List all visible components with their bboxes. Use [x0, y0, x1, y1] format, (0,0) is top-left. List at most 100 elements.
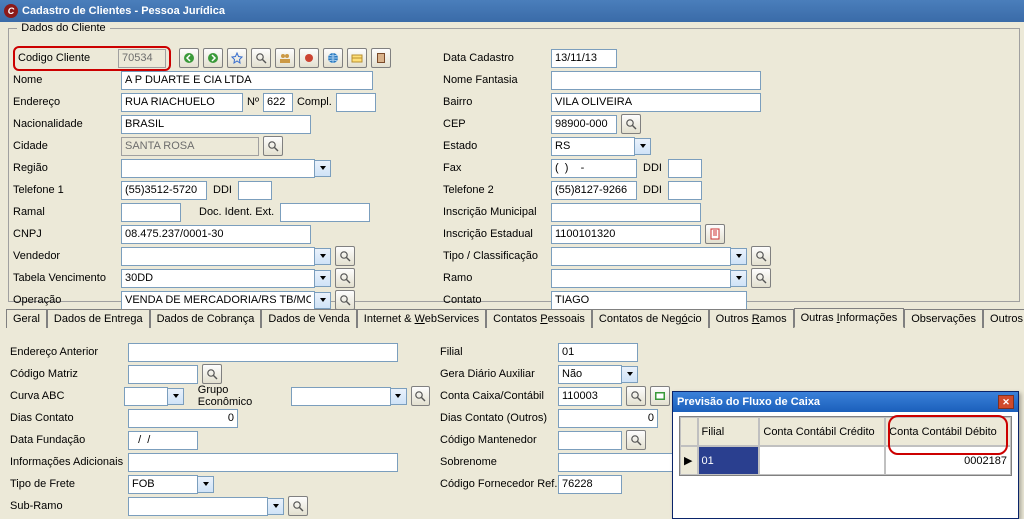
data-fund-field[interactable]: [128, 431, 198, 450]
vendedor-dropdown-icon[interactable]: [315, 248, 331, 265]
vendedor-lookup-icon[interactable]: [335, 246, 355, 266]
cnpj-field[interactable]: [121, 225, 311, 244]
telefone1-field[interactable]: [121, 181, 207, 200]
filial-field[interactable]: [558, 343, 638, 362]
tipo-frete-field[interactable]: [128, 475, 198, 494]
tab-outras-informacoes[interactable]: Outras Informações: [794, 308, 905, 328]
grid-cell-debito[interactable]: 0002187: [885, 446, 1011, 475]
globe-icon[interactable]: [323, 48, 343, 68]
popup-close-icon[interactable]: ✕: [998, 395, 1014, 409]
ramo-field[interactable]: [551, 269, 731, 288]
red-bullet-icon[interactable]: [299, 48, 319, 68]
cod-mant-field[interactable]: [558, 431, 622, 450]
next-icon[interactable]: [203, 48, 223, 68]
tipo-class-field[interactable]: [551, 247, 731, 266]
tab-dados-cobranca[interactable]: Dados de Cobrança: [150, 309, 262, 328]
endereco-field[interactable]: [121, 93, 243, 112]
tab-internet-webservices[interactable]: Internet & WebServices: [357, 309, 486, 328]
ramal-field[interactable]: [121, 203, 181, 222]
tabela-venc-field[interactable]: [121, 269, 315, 288]
grupo-econ-field[interactable]: [291, 387, 391, 406]
tabela-venc-lookup-icon[interactable]: [335, 268, 355, 288]
tab-dados-entrega[interactable]: Dados de Entrega: [47, 309, 150, 328]
grid-cell-filial[interactable]: 01: [698, 446, 760, 475]
fax-field[interactable]: [551, 159, 637, 178]
numero-field[interactable]: [263, 93, 293, 112]
popup-titlebar[interactable]: Previsão do Fluxo de Caixa ✕: [673, 392, 1018, 412]
regiao-dropdown-icon[interactable]: [315, 160, 331, 177]
end-anterior-field[interactable]: [128, 343, 398, 362]
insc-est-field[interactable]: [551, 225, 701, 244]
grupo-econ-dropdown-icon[interactable]: [391, 388, 407, 405]
regiao-field[interactable]: [121, 159, 315, 178]
cep-lookup-icon[interactable]: [621, 114, 641, 134]
tipo-frete-dropdown-icon[interactable]: [198, 476, 214, 493]
tipo-class-lookup-icon[interactable]: [751, 246, 771, 266]
grid-data-row[interactable]: ▶ 01 0002187: [680, 446, 1011, 475]
nacionalidade-field[interactable]: [121, 115, 311, 134]
grupo-econ-lookup-icon[interactable]: [411, 386, 430, 406]
ddi2-field[interactable]: [668, 181, 702, 200]
nome-fantasia-field[interactable]: [551, 71, 761, 90]
conta-caixa-extra-icon[interactable]: [650, 386, 670, 406]
subramo-lookup-icon[interactable]: [288, 496, 308, 516]
compl-field[interactable]: [336, 93, 376, 112]
dias-contato-field[interactable]: [128, 409, 238, 428]
popup-grid[interactable]: Filial Conta Contábil Crédito Conta Cont…: [679, 416, 1012, 476]
data-cadastro-field[interactable]: [551, 49, 617, 68]
subramo-dropdown-icon[interactable]: [268, 498, 284, 515]
ramo-lookup-icon[interactable]: [751, 268, 771, 288]
fax-ddi-label: DDI: [643, 162, 662, 174]
card-icon[interactable]: [347, 48, 367, 68]
search-icon[interactable]: [251, 48, 271, 68]
tab-outros-contatos-negocio[interactable]: Outros Contatos de Negócio: [983, 309, 1024, 328]
grid-col-filial[interactable]: Filial: [698, 417, 760, 446]
vendedor-field[interactable]: [121, 247, 315, 266]
grid-col-credito[interactable]: Conta Contábil Crédito: [759, 417, 885, 446]
tabela-venc-dropdown-icon[interactable]: [315, 270, 331, 287]
tab-dados-venda[interactable]: Dados de Venda: [261, 309, 356, 328]
favorite-icon[interactable]: [227, 48, 247, 68]
fax-ddi-field[interactable]: [668, 159, 702, 178]
cep-field[interactable]: [551, 115, 617, 134]
people-icon[interactable]: [275, 48, 295, 68]
end-anterior-label: Endereço Anterior: [10, 346, 128, 358]
nome-field[interactable]: [121, 71, 373, 90]
ddi1-field[interactable]: [238, 181, 272, 200]
subramo-field[interactable]: [128, 497, 268, 516]
cod-forn-field[interactable]: [558, 475, 622, 494]
conta-caixa-field[interactable]: [558, 387, 622, 406]
grid-cell-credito[interactable]: [759, 446, 885, 475]
insc-mun-field[interactable]: [551, 203, 701, 222]
curva-abc-dropdown-icon[interactable]: [168, 388, 184, 405]
conta-caixa-label: Conta Caixa/Contábil: [440, 390, 558, 402]
conta-caixa-lookup-icon[interactable]: [626, 386, 646, 406]
info-adic-field[interactable]: [128, 453, 398, 472]
ramo-dropdown-icon[interactable]: [731, 270, 747, 287]
estado-field[interactable]: [551, 137, 635, 156]
bairro-field[interactable]: [551, 93, 761, 112]
cod-matriz-lookup-icon[interactable]: [202, 364, 222, 384]
cod-mant-lookup-icon[interactable]: [626, 430, 646, 450]
tab-outros-ramos[interactable]: Outros Ramos: [709, 309, 794, 328]
cidade-field[interactable]: [121, 137, 259, 156]
doc-ident-field[interactable]: [280, 203, 370, 222]
prev-icon[interactable]: [179, 48, 199, 68]
tipo-class-dropdown-icon[interactable]: [731, 248, 747, 265]
dias-outros-field[interactable]: [558, 409, 658, 428]
cidade-lookup-icon[interactable]: [263, 136, 283, 156]
estado-dropdown-icon[interactable]: [635, 138, 651, 155]
gera-diario-field[interactable]: [558, 365, 622, 384]
notes-icon[interactable]: [371, 48, 391, 68]
tab-contatos-pessoais[interactable]: Contatos Pessoais: [486, 309, 592, 328]
codigo-cliente-field[interactable]: [118, 49, 166, 68]
cod-matriz-field[interactable]: [128, 365, 198, 384]
insc-est-action-icon[interactable]: [705, 224, 725, 244]
telefone2-field[interactable]: [551, 181, 637, 200]
grid-col-debito[interactable]: Conta Contábil Débito: [885, 417, 1011, 446]
curva-abc-field[interactable]: [124, 387, 168, 406]
tab-geral[interactable]: Geral: [6, 309, 47, 328]
tab-observacoes[interactable]: Observações: [904, 309, 983, 328]
tab-contatos-negocio[interactable]: Contatos de Negócio: [592, 309, 709, 328]
gera-diario-dropdown-icon[interactable]: [622, 366, 638, 383]
